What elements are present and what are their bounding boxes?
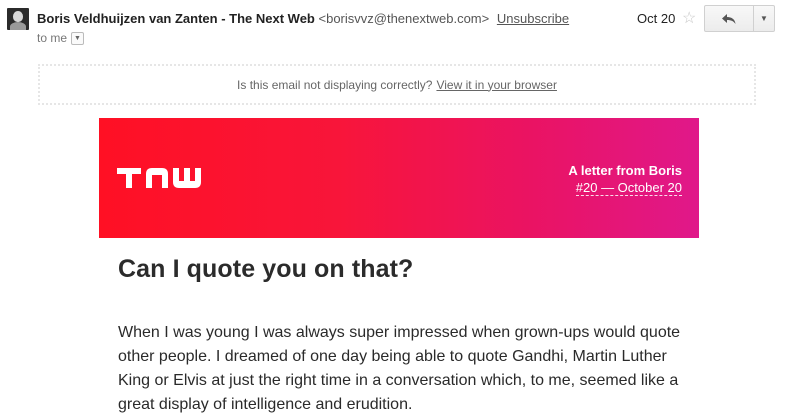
message-date: Oct 20: [637, 11, 676, 26]
notice-text: Is this email not displaying correctly?: [237, 77, 433, 92]
banner-title: A letter from Boris: [568, 163, 682, 178]
chevron-down-icon: ▼: [74, 34, 81, 42]
view-in-browser-link[interactable]: View it in your browser: [436, 78, 557, 92]
recipient-line: to me ▼: [37, 31, 85, 45]
sender-name[interactable]: Boris Veldhuijzen van Zanten - The Next …: [37, 11, 315, 26]
article-headline: Can I quote you on that?: [118, 255, 414, 283]
more-actions-button[interactable]: ▼: [754, 5, 775, 32]
recipient-label: to me: [37, 31, 68, 45]
banner-caption: A letter from Boris #20 — October 20: [568, 162, 682, 196]
newsletter-banner: A letter from Boris #20 — October 20: [99, 118, 699, 238]
reply-button[interactable]: [704, 5, 754, 32]
tnw-logo[interactable]: [117, 166, 211, 190]
display-notice: Is this email not displaying correctly? …: [38, 64, 756, 105]
issue-link[interactable]: #20 — October 20: [575, 180, 682, 196]
star-icon[interactable]: ☆: [682, 8, 696, 28]
reply-button-group: ▼: [704, 5, 775, 32]
show-details-button[interactable]: ▼: [71, 31, 85, 45]
chevron-down-icon: ▼: [760, 14, 768, 23]
reply-icon: [722, 13, 736, 24]
sender-email: <borisvvz@thenextweb.com>: [318, 11, 490, 26]
sender-avatar[interactable]: [7, 8, 29, 30]
sender-line: Boris Veldhuijzen van Zanten - The Next …: [37, 11, 569, 26]
unsubscribe-link[interactable]: Unsubscribe: [497, 11, 569, 26]
article-paragraph: When I was young I was always super impr…: [118, 324, 681, 413]
